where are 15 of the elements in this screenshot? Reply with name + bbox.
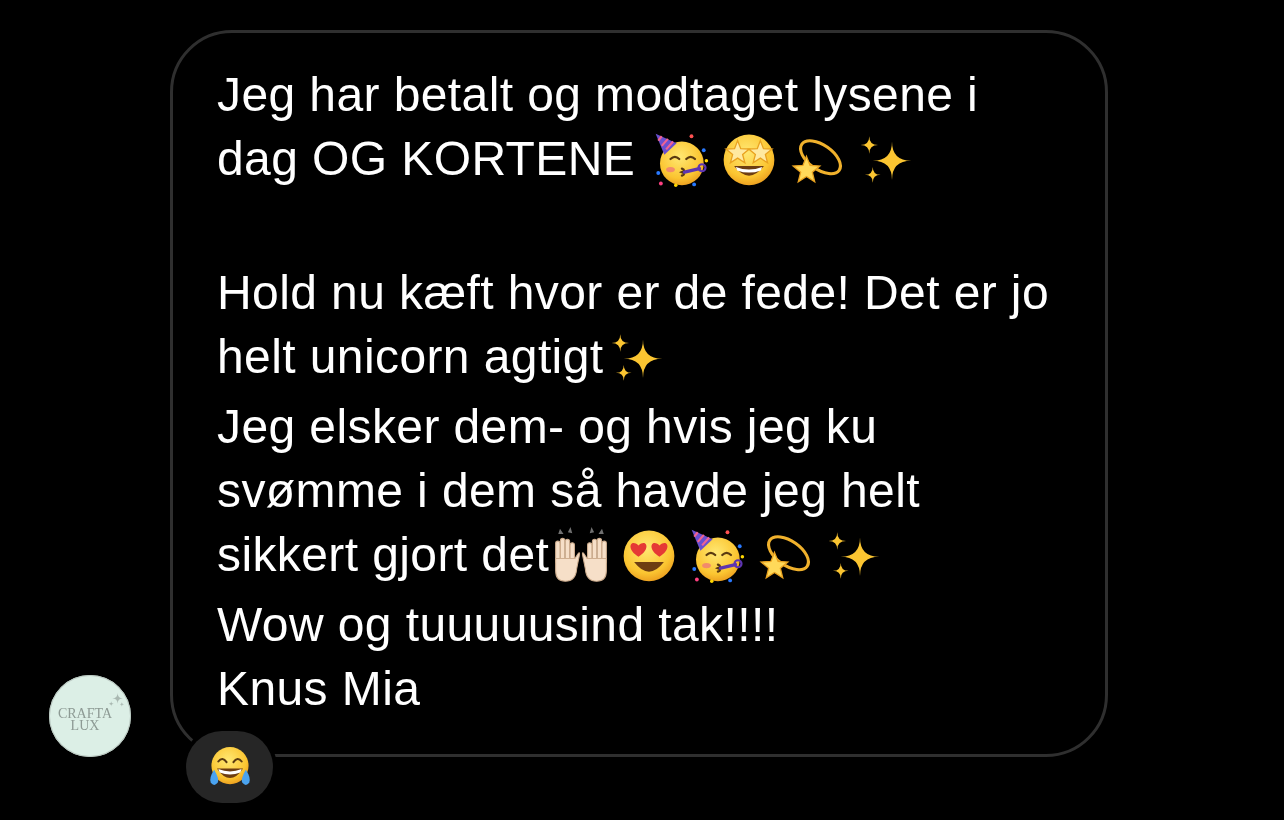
message-text: Knus Mia — [217, 661, 421, 717]
sparkle-icon — [108, 693, 124, 707]
message-text: helt unicorn agtigt — [217, 329, 604, 385]
message-text: sikkert gjort det — [217, 527, 550, 583]
message-text: dag OG KORTENE — [217, 131, 637, 187]
party-face-icon — [689, 527, 746, 583]
raised-hands-icon — [553, 527, 610, 583]
message-text: Wow og tuuuuusind tak!!!! — [217, 597, 779, 653]
message-text: svømme i dem så havde jeg helt — [217, 463, 920, 519]
message-text: Jeg har betalt og modtaget lysene i — [217, 67, 979, 123]
avatar[interactable]: CRAFTA LUX — [49, 675, 131, 757]
logo-text: CRAFTA — [57, 708, 113, 720]
message-text: Jeg elsker dem- og hvis jeg ku — [217, 399, 878, 455]
logo-text: LUX — [70, 720, 100, 732]
message-text: Hold nu kæft hvor er de fede! Det er jo — [217, 265, 1050, 321]
